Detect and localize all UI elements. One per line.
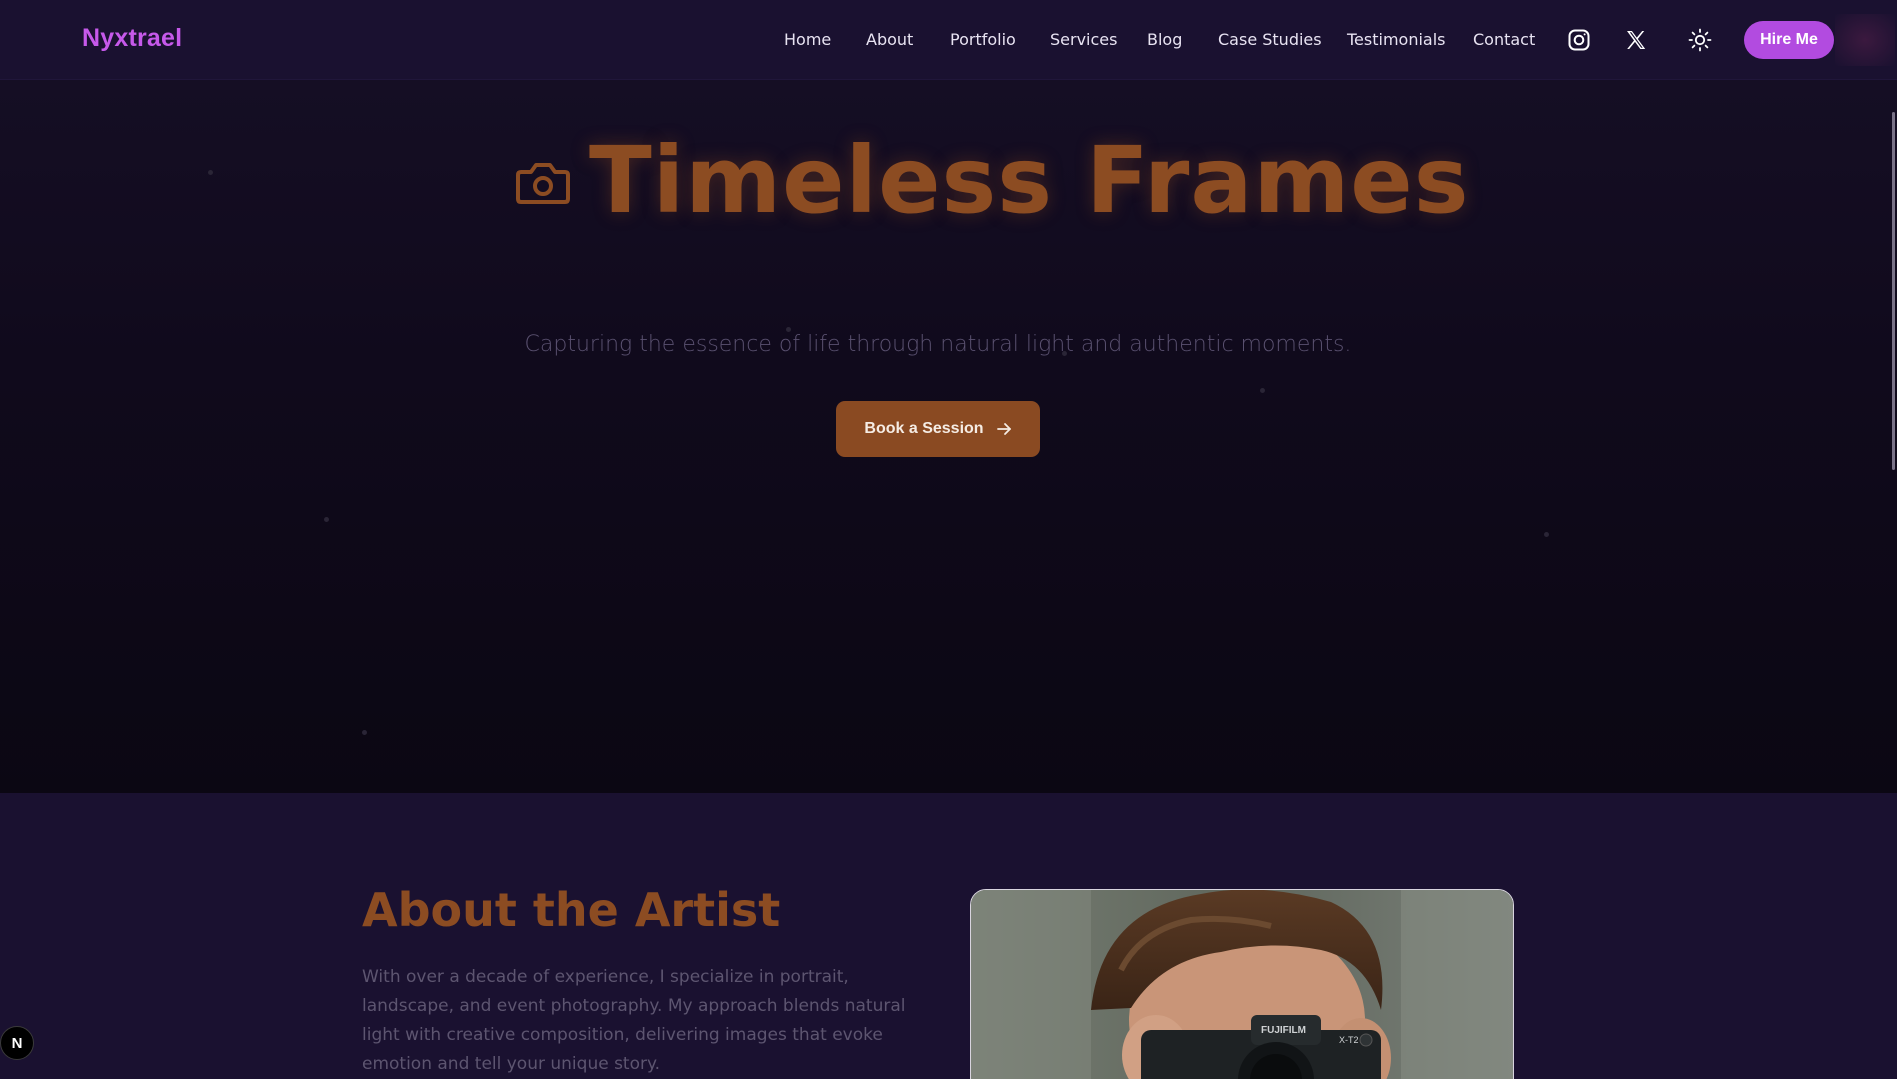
particle-dot <box>324 517 329 522</box>
particle-dot <box>208 170 213 175</box>
particle-dot <box>362 730 367 735</box>
book-session-button[interactable]: Book a Session <box>836 401 1040 457</box>
nav-link-services[interactable]: Services <box>1050 30 1117 49</box>
x-twitter-icon[interactable] <box>1619 23 1653 57</box>
hero-section: Timeless Frames Capturing the essence of… <box>0 80 1897 793</box>
nav-link-blog[interactable]: Blog <box>1147 30 1182 49</box>
nav-link-portfolio[interactable]: Portfolio <box>950 30 1016 49</box>
about-text: With over a decade of experience, I spec… <box>362 967 906 1074</box>
nav-link-testimonials[interactable]: Testimonials <box>1347 30 1446 49</box>
svg-text:X-T2: X-T2 <box>1339 1035 1359 1045</box>
nav-glow <box>1835 14 1895 66</box>
nav-link-contact[interactable]: Contact <box>1473 30 1535 49</box>
n-badge-button[interactable]: N <box>0 1026 34 1060</box>
hero-subtitle: Capturing the essence of life through na… <box>524 332 1352 357</box>
camera-icon <box>516 163 570 204</box>
about-title: About the Artist <box>362 883 781 937</box>
nav-link-about[interactable]: About <box>866 30 913 49</box>
svg-text:FUJIFILM: FUJIFILM <box>1261 1025 1306 1036</box>
artist-photo: FUJIFILM X-T2 <box>970 889 1514 1079</box>
navbar: Nyxtrael Home About Portfolio Services B… <box>0 0 1897 80</box>
book-session-label: Book a Session <box>864 420 984 437</box>
about-section: About the Artist With over a decade of e… <box>0 793 1897 1079</box>
arrow-right-icon <box>996 423 1011 435</box>
brand-logo[interactable]: Nyxtrael <box>82 24 182 53</box>
hire-me-button[interactable]: Hire Me <box>1744 21 1834 59</box>
particle-dot <box>1260 388 1265 393</box>
page: Nyxtrael Home About Portfolio Services B… <box>0 0 1897 1079</box>
nav-link-home[interactable]: Home <box>784 30 831 49</box>
instagram-icon[interactable] <box>1562 23 1596 57</box>
scrollbar-thumb[interactable] <box>1892 112 1895 470</box>
particle-dot <box>1544 532 1549 537</box>
hero-title: Timeless Frames <box>589 126 1470 234</box>
nav-link-case-studies[interactable]: Case Studies <box>1218 30 1322 49</box>
hero-title-group: Timeless Frames <box>515 127 1469 234</box>
sun-icon[interactable] <box>1683 23 1717 57</box>
